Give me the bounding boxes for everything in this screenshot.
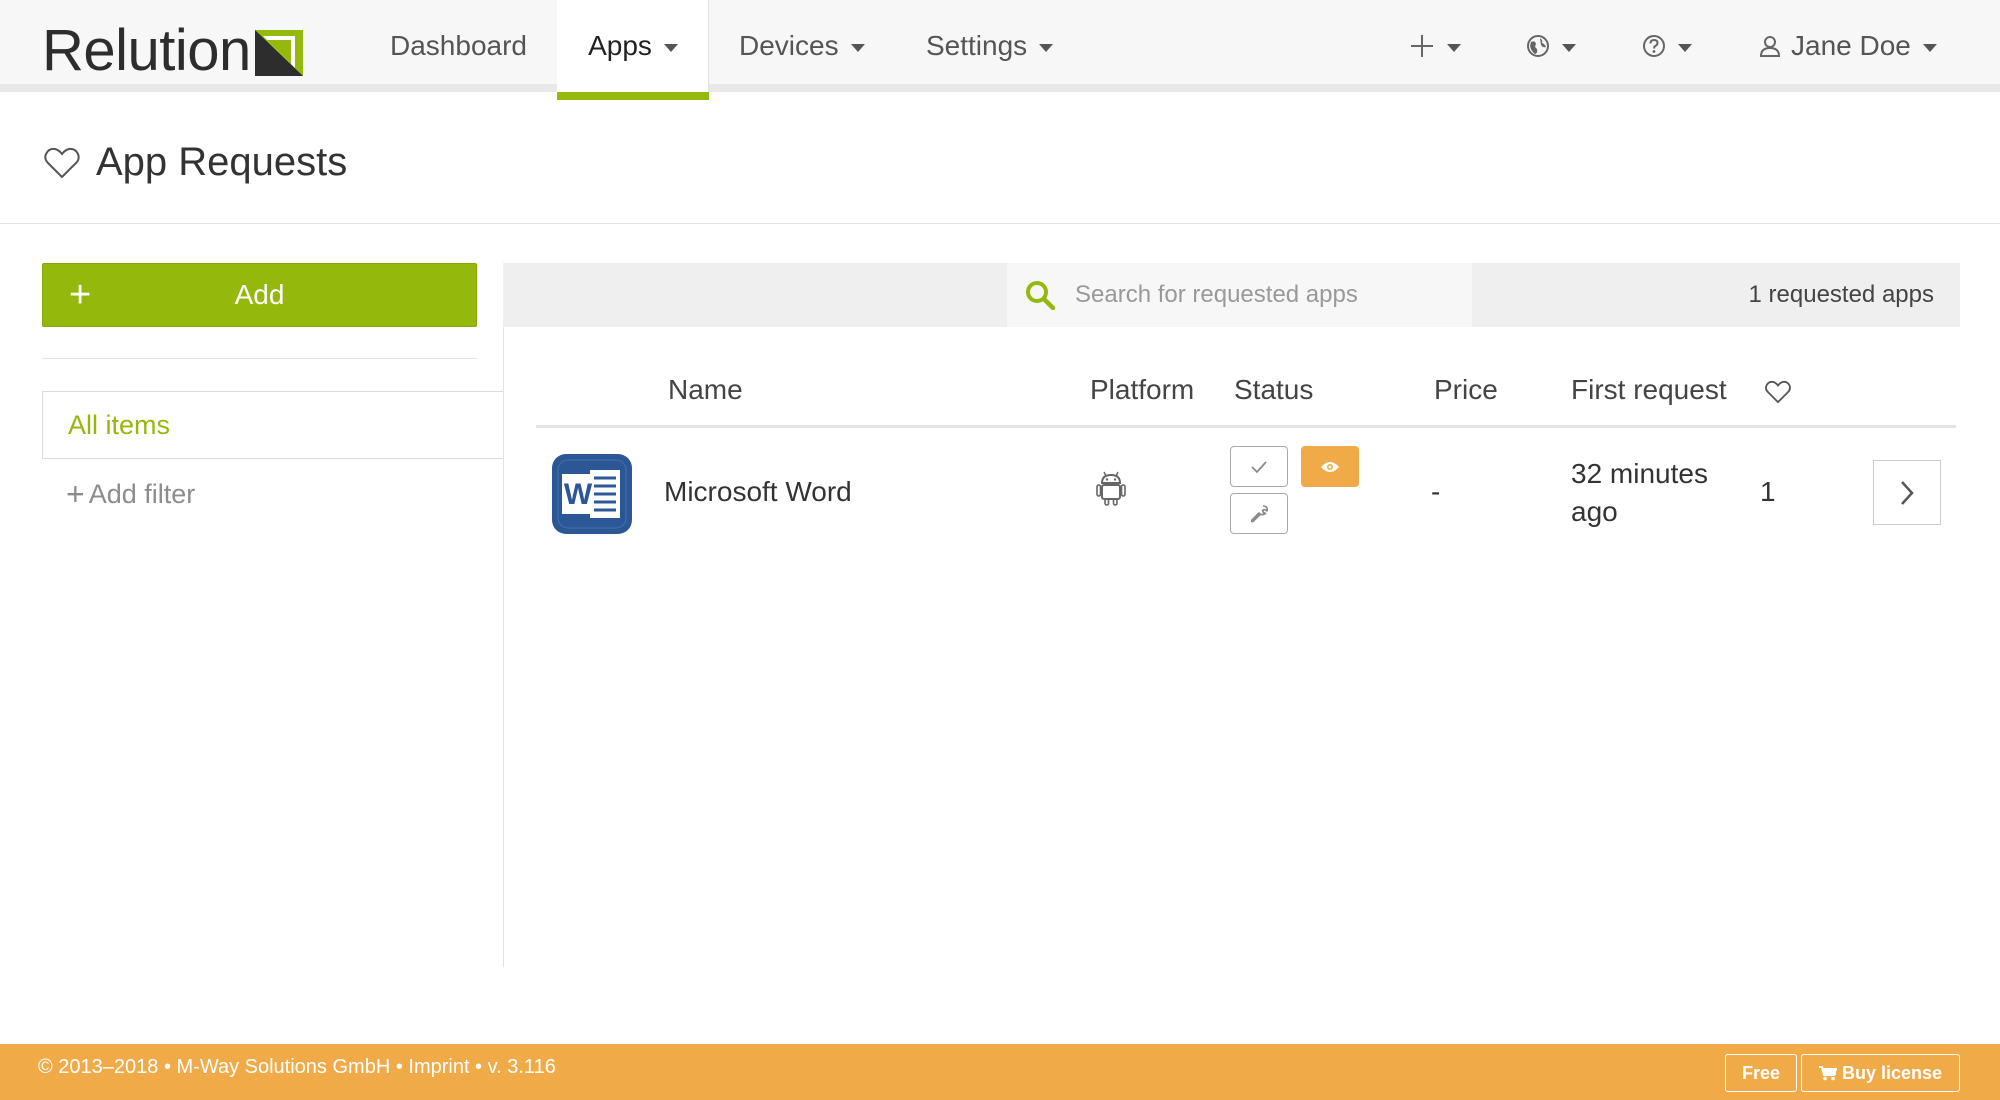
app-name[interactable]: Microsoft Word <box>664 476 852 508</box>
plus-icon: + <box>66 476 85 512</box>
add-button-label: Add <box>234 279 285 310</box>
relution-logo[interactable]: Relution <box>42 22 303 80</box>
like-count: 1 <box>1760 476 1776 507</box>
content-divider <box>503 327 504 967</box>
add-filter-label: Add filter <box>88 479 196 509</box>
nav-dashboard-label: Dashboard <box>390 30 527 61</box>
plus-icon: + <box>69 273 92 316</box>
nav-separator <box>708 0 709 92</box>
add-button[interactable]: + Add <box>42 263 477 327</box>
page-header: App Requests <box>0 100 2000 224</box>
nav-settings-label: Settings <box>926 30 1028 61</box>
column-header-name[interactable]: Name <box>668 374 743 406</box>
page-title-wrap: App Requests <box>44 140 347 185</box>
sidebar-item-label: All items <box>68 409 171 440</box>
first-request-line1: 32 minutes <box>1571 458 1708 489</box>
top-navbar: Relution Dashboard Apps Devices Settings <box>0 0 2000 100</box>
chevron-down-icon <box>1678 43 1692 52</box>
footer-copyright[interactable]: © 2013–2018 • M-Way Solutions GmbH • Imp… <box>38 1056 556 1079</box>
requested-count: 1 requested apps <box>1748 281 1934 308</box>
svg-text:W: W <box>564 478 593 511</box>
sidebar-item-all-items[interactable]: All items <box>42 391 504 459</box>
app-price: - <box>1431 476 1441 507</box>
user-name: Jane Doe <box>1791 30 1911 61</box>
configure-button[interactable] <box>1230 493 1288 534</box>
nav-devices[interactable]: Devices <box>739 0 865 92</box>
buy-license-button[interactable]: Buy license <box>1801 1054 1960 1092</box>
column-header-platform[interactable]: Platform <box>1090 374 1194 406</box>
free-license-button[interactable]: Free <box>1725 1054 1797 1092</box>
nav-user-menu[interactable]: Jane Doe <box>1759 0 1937 92</box>
nav-settings[interactable]: Settings <box>926 0 1054 92</box>
search-icon <box>1026 281 1055 310</box>
chevron-down-icon <box>1562 43 1576 52</box>
sidebar-divider <box>42 358 477 359</box>
approve-button[interactable] <box>1230 446 1288 487</box>
microsoft-word-icon: W <box>552 454 632 534</box>
chevron-down-icon <box>663 43 678 52</box>
nav-devices-label: Devices <box>739 30 839 61</box>
table-header: Name Platform Status Price First request <box>536 360 1956 428</box>
column-header-price[interactable]: Price <box>1434 374 1498 406</box>
heart-icon <box>44 147 80 178</box>
page-title: App Requests <box>96 140 348 184</box>
nav-language-menu[interactable] <box>1526 0 1576 92</box>
logo-text: Relution <box>42 18 251 83</box>
chevron-right-icon <box>1901 480 1914 505</box>
table-row[interactable]: W Microsoft Word - 32 minutes ago 1 <box>536 430 1956 558</box>
search-input[interactable] <box>1075 281 1455 309</box>
logo-mark-icon <box>254 30 303 76</box>
review-button[interactable] <box>1301 446 1359 487</box>
android-icon <box>1096 471 1126 506</box>
column-header-first-request[interactable]: First request <box>1571 374 1727 406</box>
buy-license-label: Buy license <box>1841 1062 1943 1083</box>
nav-create-menu[interactable] <box>1409 0 1461 92</box>
nav-help-menu[interactable] <box>1642 0 1692 92</box>
first-request-line2: ago <box>1571 496 1618 527</box>
list-toolbar: 1 requested apps <box>503 263 1960 327</box>
column-header-status[interactable]: Status <box>1234 374 1313 406</box>
heart-icon[interactable] <box>1765 380 1791 404</box>
chevron-down-icon <box>850 43 865 52</box>
nav-apps[interactable]: Apps <box>557 0 709 100</box>
user-icon <box>1759 36 1781 57</box>
open-details-button[interactable] <box>1873 460 1941 525</box>
check-icon <box>1251 460 1267 473</box>
chevron-down-icon <box>1447 43 1461 52</box>
plus-icon <box>1411 35 1433 57</box>
help-icon <box>1643 35 1665 57</box>
globe-icon <box>1527 35 1549 57</box>
nav-apps-label: Apps <box>588 30 652 61</box>
search-box <box>1007 263 1472 327</box>
chevron-down-icon <box>1922 43 1937 52</box>
eye-icon <box>1321 461 1339 472</box>
nav-dashboard[interactable]: Dashboard <box>390 0 527 92</box>
footer: © 2013–2018 • M-Way Solutions GmbH • Imp… <box>0 1044 2000 1100</box>
wrench-icon <box>1250 504 1268 522</box>
free-label: Free <box>1741 1062 1781 1083</box>
chevron-down-icon <box>1039 43 1054 52</box>
cart-icon <box>1818 1066 1837 1081</box>
add-filter-link[interactable]: + Add filter <box>66 476 195 513</box>
